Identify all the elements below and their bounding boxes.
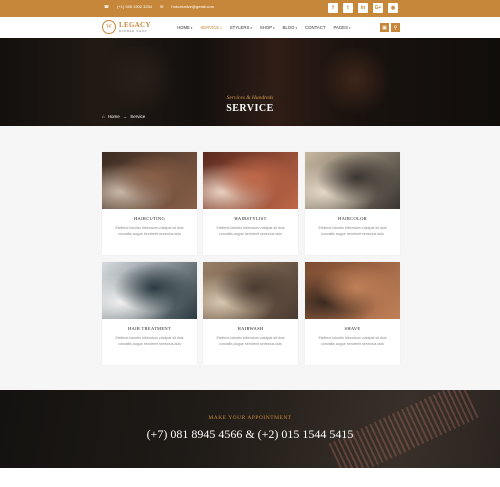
service-card[interactable]: HAIRSTYLIST Eleifend lobortis bibendum vo… — [203, 152, 298, 255]
service-image[interactable] — [305, 152, 400, 209]
footer-strip — [0, 468, 500, 487]
chevron-down-icon: ▾ — [250, 25, 252, 30]
service-card[interactable]: SHAVE Eleifend lobortis bibendum volutpat… — [305, 262, 400, 365]
linkedin-icon[interactable]: in — [358, 3, 368, 13]
hero-subtitle: Services & Hundreds — [226, 95, 274, 101]
home-icon: ⌂ — [102, 114, 105, 119]
services-section: HAIRCUTING Eleifend lobortis bibendum vol… — [0, 126, 500, 390]
facebook-icon[interactable]: f — [328, 3, 338, 13]
chevron-down-icon: ▾ — [348, 25, 351, 30]
nav-item-label: SERVICE — [200, 25, 220, 30]
service-card[interactable]: HAIRCUTING Eleifend lobortis bibendum vol… — [102, 152, 197, 255]
service-description: Eleifend lobortis bibendum volutpat sit … — [318, 336, 387, 346]
top-bar: ☎ (+1) 945 1902 3234 ✉ hokcreative@gmail… — [0, 0, 500, 17]
nav-item-service[interactable]: SERVICE ▾ — [200, 25, 221, 30]
nav-item-home[interactable]: HOME ▾ — [177, 25, 192, 30]
chevron-down-icon: ▾ — [190, 25, 193, 30]
cart-icon[interactable]: ▣ — [380, 23, 389, 32]
rss-icon[interactable]: ◉ — [388, 3, 398, 13]
nav-item-shop[interactable]: SHOP ▾ — [260, 25, 275, 30]
social-links: f t in G+ ◉ — [328, 3, 398, 13]
main-nav: HOME ▾ SERVICE ▾ STYLERS ▾ SHOP ▾ BLOG ▾ CONTACT PA… — [177, 25, 350, 30]
service-title[interactable]: HAIRCOLOR — [305, 216, 400, 221]
chevron-down-icon: ▾ — [273, 25, 275, 30]
appointment-label: MAKE YOUR APPOINTMENT — [208, 415, 292, 421]
service-title[interactable]: HAIR TREATMENT — [102, 326, 197, 331]
breadcrumb-home[interactable]: Home — [108, 114, 120, 119]
nav-item-label: CONTACT — [305, 25, 326, 30]
service-description: Eleifend lobortis bibendum volutpat sit … — [318, 226, 387, 236]
logo[interactable]: W LEGACY BARBER SHOP — [102, 20, 151, 34]
chevron-down-icon: ▾ — [220, 25, 222, 30]
contact-info: ☎ (+1) 945 1902 3234 ✉ hokcreative@gmail… — [104, 4, 214, 9]
nav-item-label: HOME — [177, 25, 190, 30]
nav-item-blog[interactable]: BLOG ▾ — [283, 25, 297, 30]
logo-name: LEGACY — [119, 20, 151, 29]
nav-item-contact[interactable]: CONTACT — [305, 25, 325, 30]
service-description: Eleifend lobortis bibendum volutpat sit … — [115, 336, 184, 346]
nav-item-pages[interactable]: PAGES ▾ — [333, 25, 350, 30]
page-hero: Services & Hundreds SERVICE — [0, 38, 500, 126]
nav-item-stylers[interactable]: STYLERS ▾ — [230, 25, 252, 30]
service-image[interactable] — [102, 262, 197, 319]
site-header: W LEGACY BARBER SHOP HOME ▾ SERVICE ▾ STYLER… — [0, 17, 500, 38]
service-card[interactable]: HAIRWASH Eleifend lobortis bibendum volut… — [203, 262, 298, 365]
service-title[interactable]: HAIRWASH — [203, 326, 298, 331]
nav-item-label: BLOG — [282, 25, 295, 30]
nav-item-label: STYLERS — [229, 25, 250, 30]
breadcrumb-separator: → — [122, 114, 128, 119]
service-title[interactable]: HAIRSTYLIST — [203, 216, 298, 221]
header-buttons: ▣ ⚲ — [380, 23, 400, 32]
google-plus-icon[interactable]: G+ — [373, 3, 383, 13]
logo-tagline: BARBER SHOP — [119, 28, 148, 33]
service-image[interactable] — [102, 152, 197, 209]
service-image[interactable] — [203, 152, 298, 209]
search-icon[interactable]: ⚲ — [391, 23, 400, 32]
logo-mark-icon: W — [102, 20, 116, 34]
service-image[interactable] — [305, 262, 400, 319]
page-title: SERVICE — [226, 103, 274, 114]
service-description: Eleifend lobortis bibendum volutpat sit … — [115, 226, 184, 236]
mail-icon: ✉ — [160, 4, 164, 9]
twitter-icon[interactable]: t — [343, 3, 353, 13]
topbar-email[interactable]: hokcreative@gmail.com — [171, 4, 214, 9]
service-title[interactable]: HAIRCUTING — [102, 216, 197, 221]
service-image[interactable] — [203, 262, 298, 319]
chevron-down-icon: ▾ — [295, 25, 298, 30]
service-card[interactable]: HAIR TREATMENT Eleifend lobortis bibendum… — [102, 262, 197, 365]
appointment-phone[interactable]: (+7) 081 8945 4566 & (+2) 015 1544 5415 — [0, 427, 500, 442]
nav-item-label: SHOP — [259, 25, 273, 30]
phone-icon: ☎ — [104, 4, 109, 9]
breadcrumb: ⌂ Home → Service — [102, 114, 145, 119]
topbar-phone: (+1) 945 1902 3234 — [116, 4, 153, 9]
breadcrumb-current: Service — [130, 114, 146, 119]
service-description: Eleifend lobortis bibendum volutpat sit … — [216, 226, 285, 236]
appointment-banner: MAKE YOUR APPOINTMENT (+7) 081 8945 4566… — [0, 390, 500, 468]
service-title[interactable]: SHAVE — [305, 326, 400, 331]
service-card[interactable]: HAIRCOLOR Eleifend lobortis bibendum volu… — [305, 152, 400, 255]
nav-item-label: PAGES — [333, 25, 348, 30]
service-description: Eleifend lobortis bibendum volutpat sit … — [216, 336, 285, 346]
